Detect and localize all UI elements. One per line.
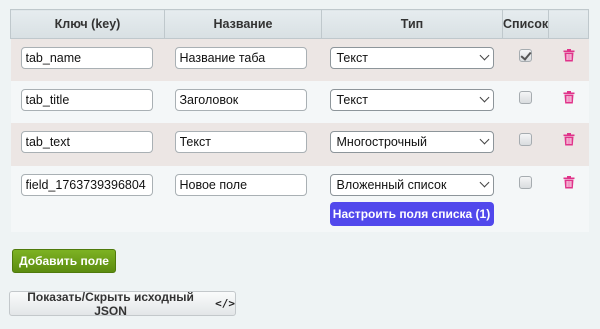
- add-field-button[interactable]: Добавить поле: [12, 249, 116, 273]
- type-select-value: Текст: [336, 51, 368, 65]
- trash-icon[interactable]: [563, 49, 575, 62]
- table-row: Вложенный список Настроить поля списка (…: [10, 165, 589, 232]
- toggle-json-label: Показать/Скрыть исходный JSON: [27, 289, 194, 318]
- table-header-row: Ключ (key) Название Тип Список: [10, 9, 589, 39]
- table-row: Текст: [10, 38, 589, 81]
- key-input[interactable]: [20, 88, 153, 111]
- header-name: Название: [164, 9, 322, 39]
- chevron-down-icon: [479, 92, 489, 102]
- code-icon: </>: [215, 297, 235, 310]
- type-select[interactable]: Текст: [329, 47, 494, 69]
- key-input[interactable]: [20, 47, 153, 69]
- chevron-down-icon: [479, 177, 489, 187]
- header-actions: [548, 9, 589, 39]
- list-checkbox[interactable]: [519, 175, 532, 189]
- chevron-down-icon: [479, 134, 489, 144]
- table-row: Текст: [10, 80, 589, 123]
- type-select-value: Текст: [336, 92, 368, 107]
- name-input[interactable]: [174, 130, 307, 153]
- type-select[interactable]: Многострочный: [329, 130, 494, 153]
- table-row: Многострочный: [10, 122, 589, 166]
- list-checkbox[interactable]: [519, 132, 532, 146]
- list-checkbox[interactable]: [519, 90, 532, 104]
- header-key: Ключ (key): [10, 9, 165, 39]
- key-input[interactable]: [20, 173, 153, 196]
- header-type: Тип: [321, 9, 503, 39]
- trash-icon[interactable]: [563, 132, 575, 146]
- trash-icon[interactable]: [563, 175, 575, 189]
- name-input[interactable]: [174, 47, 307, 69]
- list-checkbox[interactable]: [519, 49, 532, 62]
- type-select[interactable]: Вложенный список: [329, 173, 494, 196]
- fields-table: Ключ (key) Название Тип Список Текст Тек…: [10, 9, 589, 232]
- type-select-value: Многострочный: [336, 134, 428, 149]
- key-input[interactable]: [20, 130, 153, 153]
- configure-list-fields-button[interactable]: Настроить поля списка (1): [329, 201, 494, 226]
- name-input[interactable]: [174, 88, 307, 111]
- type-select-value: Вложенный список: [336, 177, 447, 192]
- type-select[interactable]: Текст: [329, 88, 494, 111]
- name-input[interactable]: [174, 173, 307, 196]
- chevron-down-icon: [479, 50, 489, 61]
- toggle-json-button[interactable]: Показать/Скрыть исходный JSON </>: [9, 289, 236, 318]
- header-list: Список: [502, 9, 549, 39]
- trash-icon[interactable]: [563, 90, 575, 104]
